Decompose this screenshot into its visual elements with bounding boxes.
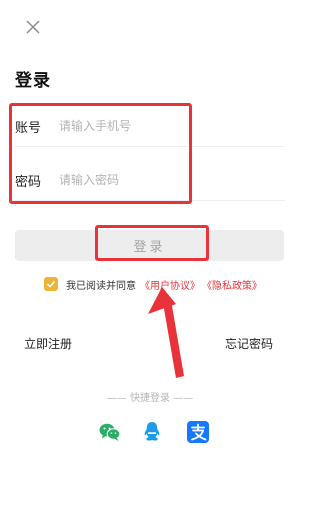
qq-login-button[interactable] <box>140 420 164 444</box>
account-label: 账号 <box>15 120 42 136</box>
qq-icon <box>144 422 160 441</box>
agreement-text: 我已阅读并同意 <box>66 280 136 292</box>
password-input[interactable] <box>59 173 259 187</box>
user-agreement-link[interactable]: 《用户协议》 <box>140 277 200 292</box>
agreement-row: 我已阅读并同意 《用户协议》 《隐私政策》 <box>44 275 262 293</box>
agree-checkbox[interactable] <box>44 277 58 291</box>
privacy-policy-link[interactable]: 《隐私政策》 <box>202 277 262 292</box>
password-row: 密码 <box>15 160 285 201</box>
page-title: 登录 <box>15 71 51 91</box>
quick-login-label: —— 快捷登录 —— <box>106 393 194 404</box>
wechat-login-button[interactable] <box>98 420 122 444</box>
alipay-login-button[interactable] <box>186 420 210 444</box>
check-icon <box>46 280 56 288</box>
login-button[interactable]: 登录 <box>15 230 284 261</box>
register-link[interactable]: 立即注册 <box>24 335 72 352</box>
forgot-password-link[interactable]: 忘记密码 <box>225 335 273 352</box>
close-icon <box>26 20 40 34</box>
wechat-icon <box>99 423 121 441</box>
alipay-icon <box>187 421 209 443</box>
phone-input[interactable] <box>59 119 259 133</box>
close-button[interactable] <box>20 14 46 40</box>
account-row: 账号 <box>15 106 285 147</box>
password-label: 密码 <box>15 174 42 190</box>
